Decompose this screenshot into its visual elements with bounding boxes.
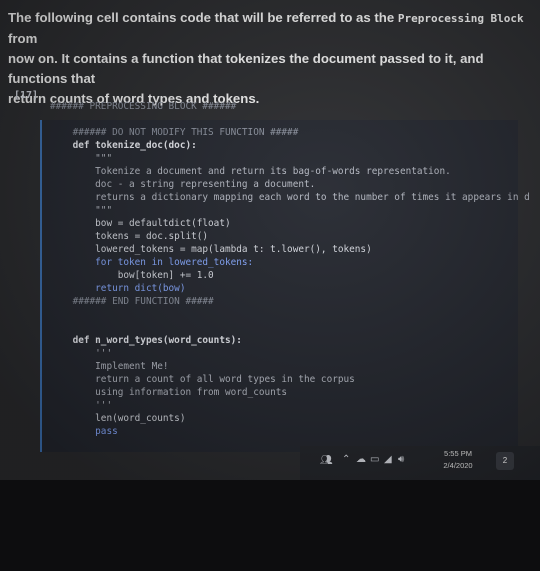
markdown-line-1: The following cell contains code that wi… [8, 8, 528, 49]
code-line: ''' [50, 400, 113, 411]
code-line: ###### DO NOT MODIFY THIS FUNCTION ##### [50, 127, 299, 138]
markdown-line-2: now on. It contains a function that toke… [8, 51, 484, 86]
code-editor[interactable]: ###### PREPROCESSING BLOCK ###### ######… [40, 101, 530, 452]
code-line: returns a dictionary mapping each word t… [50, 192, 530, 203]
code-line: ###### PREPROCESSING BLOCK ###### [50, 101, 237, 112]
monitor-screen: The following cell contains code that wi… [0, 0, 540, 480]
markdown-text: from [8, 31, 38, 46]
code-cell[interactable]: [17] ###### PREPROCESSING BLOCK ###### #… [14, 90, 530, 452]
taskbar-tray: 👥︎ ⌃ ☁︎ ▭ ◢ 🔊︎ 5:55 PM 2/4/2020 2 [300, 446, 540, 480]
code-line: pass [50, 426, 118, 437]
code-line: return dict(bow) [50, 283, 186, 294]
code-line: tokens = doc.split() [50, 231, 209, 242]
code-line: return a count of all word types in the … [50, 374, 355, 385]
code-line: bow = defaultdict(float) [50, 218, 231, 229]
chevron-up-icon[interactable]: ⌃ [342, 454, 350, 465]
code-line: bow[token] += 1.0 [50, 270, 214, 281]
code-line: lowered_tokens = map(lambda t: t.lower()… [50, 244, 372, 255]
inline-code: Preprocessing Block [397, 12, 524, 25]
code-line: """ [50, 205, 113, 216]
clock-date: 2/4/2020 [443, 461, 473, 470]
notification-center-button[interactable]: 2 [496, 452, 514, 470]
clock[interactable]: 5:55 PM 2/4/2020 [418, 448, 498, 472]
code-line: Tokenize a document and return its bag-o… [50, 166, 451, 177]
people-icon[interactable]: 👥︎ [320, 455, 333, 466]
volume-icon[interactable]: 🔊︎ [398, 454, 404, 465]
network-icon[interactable]: ◢ [384, 454, 392, 465]
code-line: Implement Me! [50, 361, 169, 372]
clock-time: 5:55 PM [444, 449, 472, 458]
code-line: len(word_counts) [50, 413, 186, 424]
code-line: for token in lowered_tokens: [50, 257, 254, 268]
code-line: using information from word_counts [50, 387, 288, 398]
code-line: """ [50, 153, 113, 164]
code-line: def n_word_types(word_counts): [50, 335, 242, 346]
cloud-icon[interactable]: ☁︎ [356, 454, 366, 465]
code-line: ###### END FUNCTION ##### [50, 296, 214, 307]
markdown-text: The following cell contains code that wi… [8, 10, 395, 25]
code-line: def tokenize_doc(doc): [50, 140, 197, 151]
code-line: ''' [50, 348, 113, 359]
code-line: doc - a string representing a document. [50, 179, 316, 190]
execution-count: [17] [14, 90, 39, 101]
battery-icon[interactable]: ▭ [370, 454, 379, 465]
